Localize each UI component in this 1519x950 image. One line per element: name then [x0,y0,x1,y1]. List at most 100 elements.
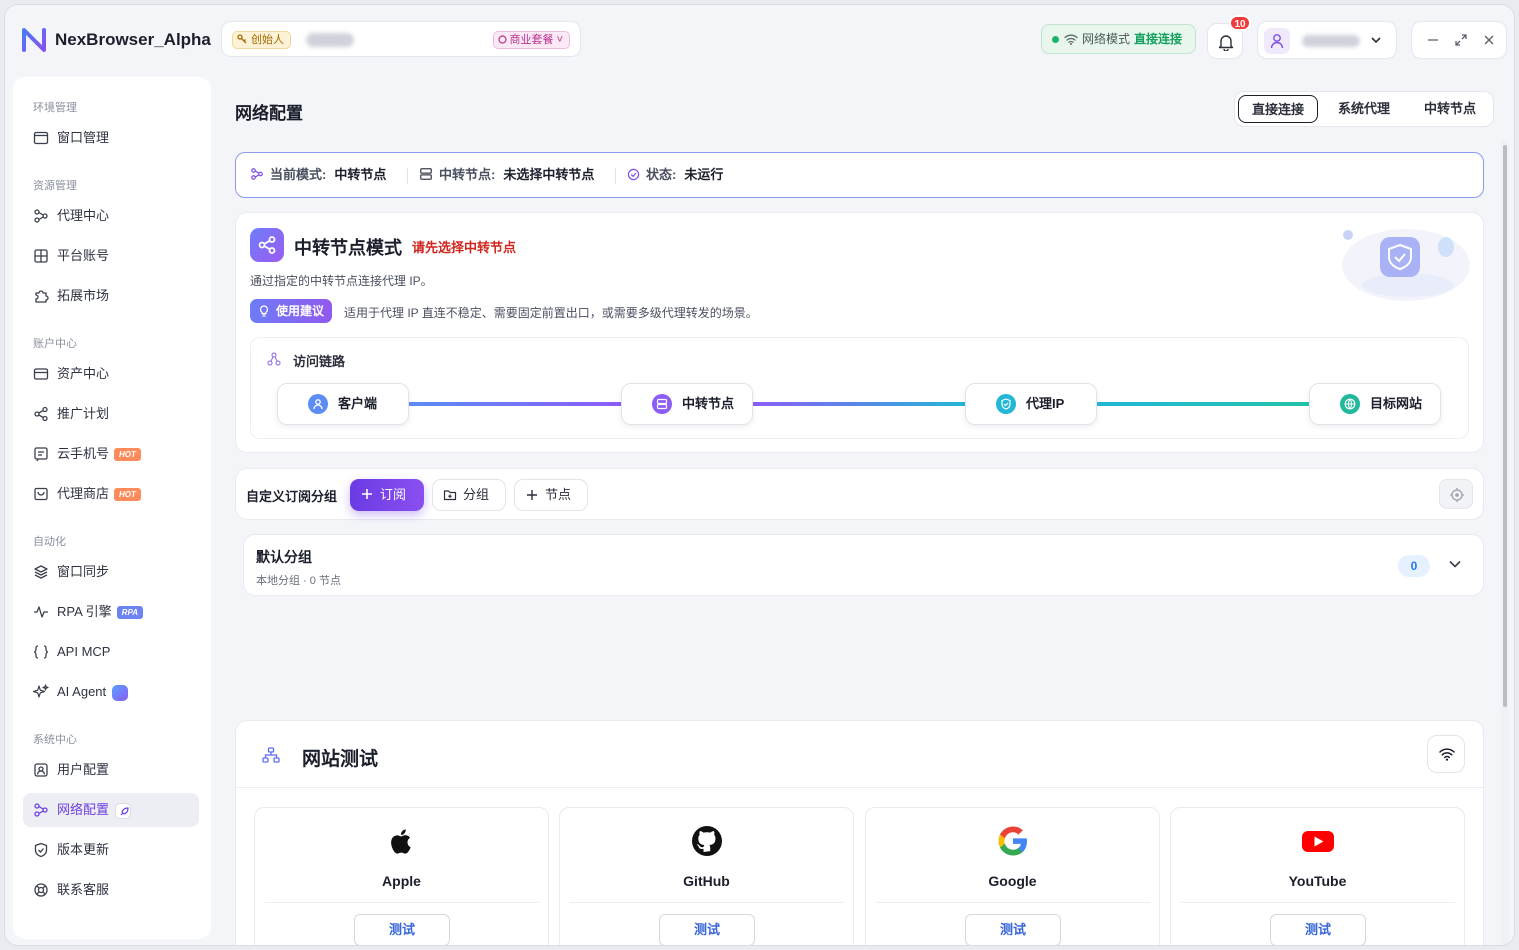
sidebar-item-api-mcp[interactable]: API MCP [23,635,199,669]
sidebar-item-version-update[interactable]: 版本更新 [23,833,199,867]
user-config-icon [33,762,49,778]
pulse-icon [33,604,49,620]
lightbulb-icon [260,305,268,317]
usage-tip-text: 适用于代理 IP 直连不稳定、需要固定前置出口，或需要多级代理转发的场景。 [344,306,758,320]
tab-system-proxy[interactable]: 系统代理 [1324,95,1404,123]
run-state: 状态: 未运行 [627,153,723,197]
sidebar-item-window-management[interactable]: 窗口管理 [23,121,199,155]
sidebar-item-rpa-engine[interactable]: RPA 引擎 RPA [23,595,199,629]
user-icon [1270,34,1284,49]
site-test-panel: 网站测试 Apple 测试 GitHub 测试 Google 测试 YouTub… [235,720,1484,945]
proxy-icon [33,208,49,224]
folder-plus-icon [443,490,457,501]
test-all-button[interactable] [1427,735,1465,773]
server-icon [652,394,672,414]
sidebar-item-support[interactable]: 联系客服 [23,873,199,907]
maximize-icon[interactable] [1454,33,1468,47]
layers-icon [33,564,49,580]
network-icon [251,168,263,180]
add-group-button[interactable]: 分组 [432,479,506,511]
add-node-button[interactable]: 节点 [514,479,588,511]
tab-relay-node[interactable]: 中转节点 [1410,95,1490,123]
hot-tag: HOT [114,488,141,502]
group-meta: 本地分组 · 0 节点 [256,575,341,587]
google-icon [998,826,1027,856]
test-youtube-button[interactable]: 测试 [1270,914,1366,945]
sidebar-item-window-sync[interactable]: 窗口同步 [23,555,199,589]
divider [407,168,408,184]
subscription-title: 自定义订阅分组 [246,489,338,504]
sidebar-item-cloud-phone[interactable]: 云手机号 HOT [23,437,199,471]
sidebar-item-proxy-shop[interactable]: 代理商店 HOT [23,477,199,511]
divider [615,168,616,184]
wifi-icon [1439,748,1455,761]
hot-tag: HOT [114,448,141,462]
sidebar-item-assets[interactable]: 资产中心 [23,357,199,391]
wallet-icon [33,366,49,382]
site-card-google: Google 测试 [865,807,1160,945]
network-mode-label: 网络模式 [1082,32,1131,46]
test-google-button[interactable]: 测试 [965,914,1061,945]
sidebar-item-label: 资产中心 [57,366,110,381]
account-menu[interactable] [1257,21,1397,59]
plan-icon [497,35,507,44]
network-mode-value: 直接连接 [1134,32,1183,46]
divider [1181,902,1455,903]
tab-direct[interactable]: 直接连接 [1238,95,1318,123]
site-card-youtube: YouTube 测试 [1170,807,1465,945]
bell-icon [1218,35,1234,51]
status-bar: 当前模式: 中转节点 中转节点: 未选择中转节点 状态: 未运行 [235,152,1484,198]
wifi-icon [1064,33,1078,45]
plus-icon [362,489,372,499]
user-pill[interactable]: 创始人 商业套餐 ˅ [221,21,581,57]
relay-mode-description: 通过指定的中转节点连接代理 IP。 [250,274,433,288]
sidebar-item-network-config[interactable]: 网络配置 [23,793,199,827]
sidebar-item-promotion[interactable]: 推广计划 [23,397,199,431]
window-controls [1411,21,1507,59]
node-label: 中转节点: [439,167,496,182]
relay-mode-title: 中转节点模式 [294,238,402,258]
sidebar-item-ai-agent[interactable]: AI Agent [23,675,199,709]
blurred-account-name [1302,35,1360,47]
notification-count-badge: 10 [1229,15,1251,31]
sidebar-item-extension-market[interactable]: 拓展市场 [23,279,199,313]
network-icon [33,802,49,818]
scrollbar-thumb[interactable] [1503,145,1507,707]
close-icon[interactable] [1482,33,1496,47]
app-window: NexBrowser_Alpha 创始人 商业套餐 ˅ 网络模式直接连接 10 [4,4,1515,946]
group-row[interactable]: 默认分组 本地分组 · 0 节点 0 [243,534,1484,596]
chain-node-client: 客户端 [277,383,409,425]
sidebar-section-title: 资源管理 [33,180,77,192]
rpa-tag: RPA [116,606,143,620]
test-apple-button[interactable]: 测试 [354,914,450,945]
shield-icon [33,842,49,858]
locate-button[interactable] [1439,479,1473,509]
sidebar-item-label: 平台账号 [57,248,110,263]
plus-icon [527,490,537,500]
sidebar-item-proxy-center[interactable]: 代理中心 [23,199,199,233]
blurred-username [306,33,354,47]
test-github-button[interactable]: 测试 [659,914,755,945]
network-mode-indicator[interactable]: 网络模式 直接连接 [1041,24,1196,54]
check-circle-icon [627,168,640,181]
shield-illustration-icon [1342,229,1470,301]
sidebar-item-label: RPA 引擎 [57,604,112,619]
site-test-header: 网站测试 [236,721,1483,788]
chain-link [408,402,623,406]
minimize-icon[interactable] [1426,33,1440,47]
chain-link [752,402,967,406]
node-value: 未选择中转节点 [503,167,595,182]
sidebar-item-label: AI Agent [57,684,107,699]
sidebar-item-label: 推广计划 [57,406,110,421]
grid-icon [33,248,49,264]
github-icon [692,826,722,856]
group-count-badge: 0 [1398,555,1430,577]
mode-value: 中转节点 [334,167,387,182]
chevron-down-icon[interactable] [1448,559,1462,569]
site-name: GitHub [683,873,730,889]
plan-badge[interactable]: 商业套餐 ˅ [492,31,570,49]
sidebar-item-user-config[interactable]: 用户配置 [23,753,199,787]
sidebar-item-platform-accounts[interactable]: 平台账号 [23,239,199,273]
subscribe-button[interactable]: 订阅 [350,479,424,511]
divider [876,902,1150,903]
